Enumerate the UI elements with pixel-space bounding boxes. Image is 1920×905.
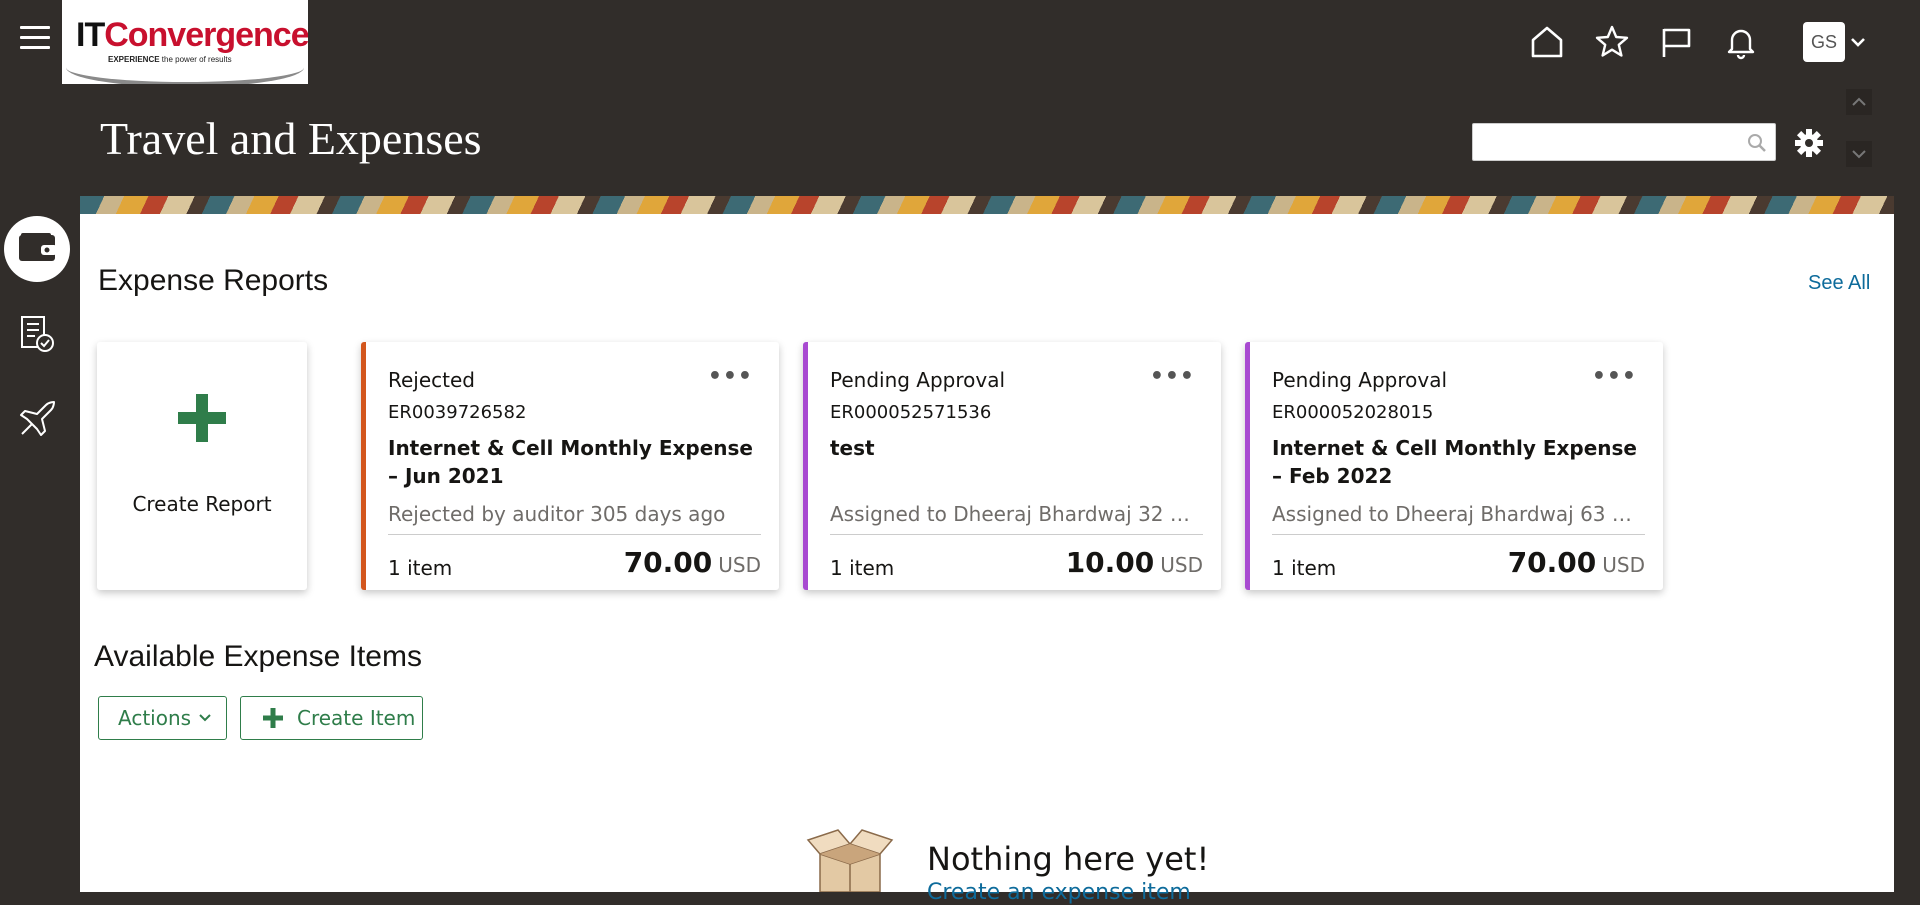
report-status: Rejected xyxy=(388,368,476,392)
empty-box-icon xyxy=(800,824,900,897)
scroll-up-button[interactable] xyxy=(1846,89,1872,115)
create-item-label: Create Item xyxy=(297,706,416,730)
divider xyxy=(388,534,761,535)
report-item-count: 1 item xyxy=(1272,556,1337,580)
report-number: ER0039726582 xyxy=(388,402,527,423)
airplane-icon xyxy=(17,399,57,444)
more-options-icon[interactable]: ••• xyxy=(708,364,753,389)
favorites-star-icon[interactable] xyxy=(1592,22,1632,62)
flag-icon[interactable] xyxy=(1656,22,1696,62)
page-title: Travel and Expenses xyxy=(100,113,482,164)
chevron-down-icon xyxy=(197,710,213,726)
side-nav-travel[interactable] xyxy=(4,388,70,454)
search-input[interactable] xyxy=(1473,124,1749,158)
wallet-icon xyxy=(17,231,57,268)
report-amount: 70.00 USD xyxy=(623,546,761,579)
more-options-icon[interactable]: ••• xyxy=(1150,364,1195,389)
side-nav-expense-reports[interactable] xyxy=(4,303,70,369)
report-name: Internet & Cell Monthly Expense – Feb 20… xyxy=(1272,436,1637,488)
report-subtitle: Assigned to Dheeraj Bhardwaj 32 mins ago xyxy=(830,502,1202,526)
report-name: test xyxy=(830,436,875,460)
create-report-label: Create Report xyxy=(132,492,272,516)
search-icon[interactable] xyxy=(1747,133,1767,158)
expense-report-card-2[interactable]: Pending Approval ••• ER000052571536 test… xyxy=(803,342,1221,590)
create-expense-item-link[interactable]: Create an expense item xyxy=(927,880,1191,905)
logo-tagline: EXPERIENCE the power of results xyxy=(108,55,232,64)
plus-icon xyxy=(263,708,283,728)
more-options-icon[interactable]: ••• xyxy=(1592,364,1637,389)
report-status: Pending Approval xyxy=(830,368,1006,392)
report-subtitle: Assigned to Dheeraj Bhardwaj 63 days ago xyxy=(1272,502,1644,526)
home-icon[interactable] xyxy=(1527,22,1567,62)
expense-reports-title: Expense Reports xyxy=(98,264,329,297)
expense-report-card-1[interactable]: Rejected ••• ER0039726582 Internet & Cel… xyxy=(361,342,779,590)
report-name: Internet & Cell Monthly Expense – Jun 20… xyxy=(388,436,753,488)
actions-label: Actions xyxy=(118,706,192,730)
user-avatar[interactable]: GS xyxy=(1803,22,1845,62)
report-number: ER000052028015 xyxy=(1272,402,1434,423)
report-status: Pending Approval xyxy=(1272,368,1448,392)
create-report-card[interactable]: Create Report xyxy=(97,342,307,590)
actions-button[interactable]: Actions xyxy=(98,696,227,740)
report-amount: 70.00 USD xyxy=(1507,546,1645,579)
report-item-count: 1 item xyxy=(388,556,453,580)
expense-report-check-icon xyxy=(17,314,57,359)
company-logo[interactable]: ITConvergence EXPERIENCE the power of re… xyxy=(62,0,308,84)
plus-icon xyxy=(178,394,226,447)
empty-state-title: Nothing here yet! xyxy=(927,840,1210,878)
report-item-count: 1 item xyxy=(830,556,895,580)
report-subtitle: Rejected by auditor 305 days ago xyxy=(388,502,726,526)
side-nav-expenses[interactable] xyxy=(4,216,70,282)
available-expense-items-title: Available Expense Items xyxy=(94,640,422,673)
gear-icon[interactable] xyxy=(1794,128,1824,163)
divider xyxy=(1272,534,1645,535)
search-box[interactable] xyxy=(1472,123,1776,161)
chevron-down-icon[interactable] xyxy=(1848,32,1868,57)
menu-hamburger-icon[interactable] xyxy=(20,26,50,56)
logo-wordmark: ITConvergence xyxy=(76,16,308,54)
expense-report-card-3[interactable]: Pending Approval ••• ER000052028015 Inte… xyxy=(1245,342,1663,590)
see-all-link[interactable]: See All xyxy=(1808,272,1870,295)
divider xyxy=(830,534,1203,535)
create-item-button[interactable]: Create Item xyxy=(240,696,423,740)
report-number: ER000052571536 xyxy=(830,402,992,423)
notifications-bell-icon[interactable] xyxy=(1721,22,1761,62)
scroll-down-button[interactable] xyxy=(1846,141,1872,167)
report-amount: 10.00 USD xyxy=(1065,546,1203,579)
decorative-banner xyxy=(80,196,1894,214)
